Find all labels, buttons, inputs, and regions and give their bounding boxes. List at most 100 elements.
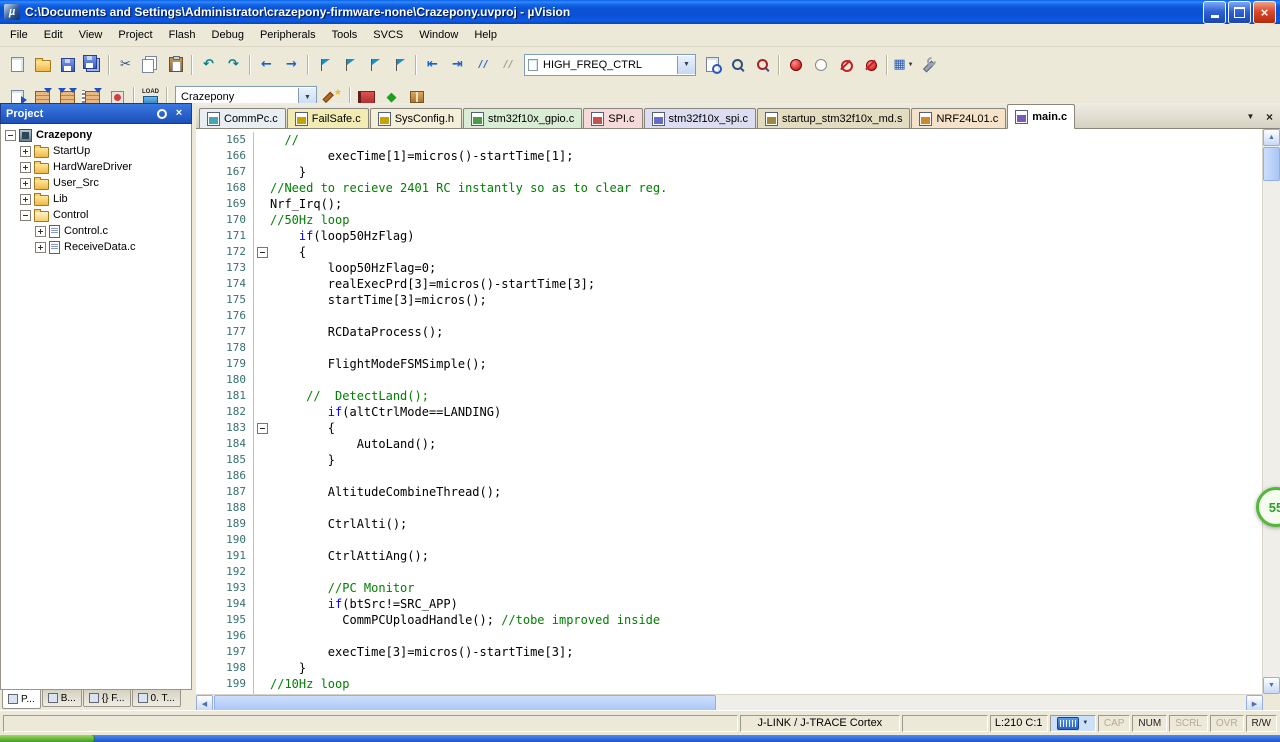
menu-item-file[interactable]: File [2, 26, 36, 44]
tab-sysconfig-h[interactable]: SysConfig.h [370, 108, 462, 128]
code-editor[interactable]: 165 //166 execTime[1]=micros()-startTime… [196, 129, 1262, 694]
minimize-button[interactable] [1203, 1, 1226, 24]
fold-collapse-icon[interactable] [257, 423, 268, 434]
tab-main-c[interactable]: main.c [1007, 104, 1075, 129]
tab-spi-c[interactable]: SPI.c [583, 108, 642, 128]
horizontal-scrollbar[interactable]: ◀ ▶ [196, 694, 1263, 711]
enable-disable-breakpoint-icon[interactable] [808, 54, 833, 76]
insert-breakpoint-icon[interactable] [783, 54, 808, 76]
icon-shape: → [286, 58, 297, 71]
file-icon [1015, 110, 1028, 124]
fold-margin [254, 596, 270, 612]
folder-icon [34, 163, 49, 174]
menu-item-edit[interactable]: Edit [36, 26, 71, 44]
input-language-button[interactable]: ▼ [1050, 715, 1096, 732]
code-text: startTime[3]=micros(); [270, 292, 487, 308]
scroll-down-button[interactable]: ▼ [1263, 677, 1280, 694]
panel-tab-b[interactable]: B... [42, 690, 82, 707]
vertical-scrollbar[interactable]: ▲ ▼ [1262, 129, 1280, 694]
line-number: 179 [196, 356, 254, 372]
fold-collapse-icon[interactable] [257, 247, 268, 258]
redo-icon[interactable]: ↷ [221, 54, 246, 76]
panel-tab-0-t[interactable]: 0. T... [132, 690, 181, 707]
bookmark-next-icon[interactable] [362, 54, 387, 76]
expand-icon[interactable] [20, 146, 31, 157]
bookmark-previous-icon[interactable] [337, 54, 362, 76]
maximize-icon [1234, 7, 1245, 18]
save-icon[interactable] [55, 54, 80, 76]
tree-item-startup[interactable]: StartUp [1, 143, 191, 159]
menu-item-help[interactable]: Help [466, 26, 505, 44]
tree-item-user-src[interactable]: User_Src [1, 175, 191, 191]
uncomment-selection-icon[interactable]: // [495, 54, 520, 76]
tree-item-crazepony[interactable]: Crazepony [1, 127, 191, 143]
tab-label: stm32f10x_gpio.c [488, 113, 574, 125]
comment-selection-icon[interactable]: // [470, 54, 495, 76]
disable-all-breakpoints-icon[interactable] [833, 54, 858, 76]
panel-tab-f[interactable]: {} F... [83, 690, 131, 707]
tab-failsafe-c[interactable]: FailSafe.c [287, 108, 369, 128]
tab-commpc-c[interactable]: CommPc.c [199, 108, 286, 128]
tree-item-control-c[interactable]: Control.c [1, 223, 191, 239]
new-file-icon[interactable] [5, 54, 30, 76]
vertical-scroll-thumb[interactable] [1263, 147, 1280, 181]
paste-icon[interactable] [163, 54, 188, 76]
find-icon[interactable] [725, 54, 750, 76]
tab-nrf24l01-c[interactable]: NRF24L01.c [911, 108, 1006, 128]
find-combo-dropdown-icon[interactable]: ▼ [677, 56, 695, 74]
tree-item-receivedata-c[interactable]: ReceiveData.c [1, 239, 191, 255]
icon-shape [11, 57, 24, 72]
menu-item-project[interactable]: Project [110, 26, 160, 44]
incremental-find-icon[interactable] [750, 54, 775, 76]
tab-stm32f10x-gpio-c[interactable]: stm32f10x_gpio.c [463, 108, 582, 128]
navigate-back-icon[interactable]: ← [254, 54, 279, 76]
code-line: 170//50Hz loop [196, 212, 1262, 228]
start-button-strip[interactable] [0, 735, 95, 742]
expand-icon[interactable] [20, 194, 31, 205]
close-button[interactable]: × [1253, 1, 1276, 24]
configuration-icon[interactable] [916, 54, 941, 76]
tree-item-lib[interactable]: Lib [1, 191, 191, 207]
unindent-icon[interactable]: ⇤ [420, 54, 445, 76]
menu-item-peripherals[interactable]: Peripherals [252, 26, 324, 44]
pin-button[interactable] [155, 107, 169, 121]
find-combo[interactable]: HIGH_FREQ_CTRL▼ [524, 54, 696, 76]
bookmark-clear-all-icon[interactable] [387, 54, 412, 76]
open-folder-icon[interactable] [30, 54, 55, 76]
tab-stm32f10x-spi-c[interactable]: stm32f10x_spi.c [644, 108, 756, 128]
undo-icon[interactable]: ↶ [196, 54, 221, 76]
bookmark-toggle-icon[interactable] [312, 54, 337, 76]
panel-close-button[interactable]: × [172, 107, 186, 121]
menu-item-debug[interactable]: Debug [204, 26, 252, 44]
indent-icon[interactable]: ⇥ [445, 54, 470, 76]
copy-icon[interactable] [138, 54, 163, 76]
kill-all-breakpoints-icon[interactable] [858, 54, 883, 76]
icon-shape: ⇥ [452, 58, 463, 71]
tab-startup-stm32f10x-md-s[interactable]: startup_stm32f10x_md.s [757, 108, 910, 128]
expand-icon[interactable] [35, 242, 46, 253]
editor-windows-icon[interactable]: ▦▼ [891, 54, 916, 76]
tree-item-hardwaredriver[interactable]: HardWareDriver [1, 159, 191, 175]
panel-tab-p[interactable]: P... [2, 690, 41, 709]
panel-tab-icon [89, 693, 99, 703]
expand-icon[interactable] [20, 162, 31, 173]
navigate-forward-icon[interactable]: → [279, 54, 304, 76]
tree-item-control[interactable]: Control [1, 207, 191, 223]
scroll-up-button[interactable]: ▲ [1263, 129, 1280, 146]
menu-item-window[interactable]: Window [411, 26, 466, 44]
expand-icon[interactable] [20, 178, 31, 189]
tab-overflow-button[interactable]: ▼ [1243, 109, 1258, 124]
maximize-button[interactable] [1228, 1, 1251, 24]
expand-icon[interactable] [35, 226, 46, 237]
menu-item-flash[interactable]: Flash [161, 26, 204, 44]
find-in-files-icon[interactable] [700, 54, 725, 76]
collapse-icon[interactable] [5, 130, 16, 141]
menu-item-view[interactable]: View [71, 26, 111, 44]
menu-item-tools[interactable]: Tools [324, 26, 366, 44]
menu-item-svcs[interactable]: SVCS [365, 26, 411, 44]
save-all-icon[interactable] [80, 54, 105, 76]
cut-icon[interactable]: ✂ [113, 54, 138, 76]
collapse-icon[interactable] [20, 210, 31, 221]
code-line: 171 if(loop50HzFlag) [196, 228, 1262, 244]
tab-close-button[interactable]: × [1262, 109, 1277, 124]
